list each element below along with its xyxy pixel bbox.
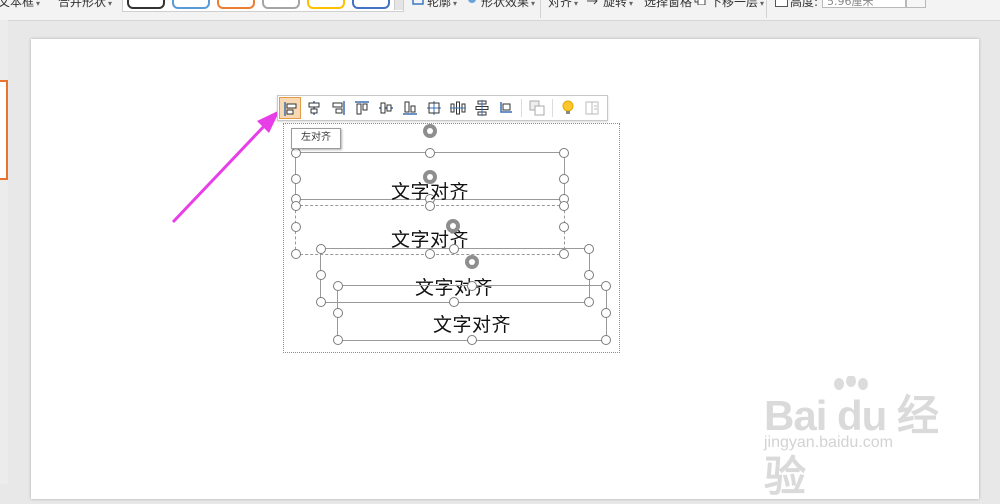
resize-handle[interactable] <box>601 308 611 318</box>
rotate-handle[interactable] <box>465 255 479 269</box>
align-center-icon <box>308 101 320 115</box>
group-button[interactable] <box>526 97 548 119</box>
toolbar-separator <box>552 99 553 117</box>
resize-handle[interactable] <box>333 335 343 345</box>
resize-handle[interactable] <box>601 335 611 345</box>
align-middle-button[interactable] <box>375 97 397 119</box>
tips-button[interactable] <box>557 97 579 119</box>
resize-handle[interactable] <box>425 148 435 158</box>
align-right-icon <box>332 101 345 115</box>
shape-text: 文字对齐 <box>433 314 512 336</box>
rotate-handle[interactable] <box>423 124 437 138</box>
resize-handle[interactable] <box>559 222 569 232</box>
resize-handle[interactable] <box>291 249 301 259</box>
align-right-button[interactable] <box>327 97 349 119</box>
rotate-handle[interactable] <box>446 219 460 233</box>
panel-icon <box>585 101 599 115</box>
resize-handle[interactable] <box>584 270 594 280</box>
distribute-v-centers-button[interactable] <box>495 97 517 119</box>
rotate-handle[interactable] <box>423 170 437 184</box>
resize-handle[interactable] <box>559 201 569 211</box>
distribute-horizontal-icon <box>427 101 441 115</box>
baidu-jingyan-watermark: Bai du 经验 jingyan.baidu.com <box>748 374 978 500</box>
resize-handle[interactable] <box>291 148 301 158</box>
toolbar-separator <box>521 99 522 117</box>
resize-handle[interactable] <box>333 308 343 318</box>
resize-handle[interactable] <box>559 174 569 184</box>
resize-handle[interactable] <box>467 281 477 291</box>
align-top-icon <box>355 101 369 115</box>
lightbulb-icon <box>562 100 574 114</box>
distribute-h-centers-icon <box>450 101 466 115</box>
resize-handle[interactable] <box>316 297 326 307</box>
distribute-vertical-icon <box>475 100 489 116</box>
align-left-icon <box>284 102 297 116</box>
resize-handle[interactable] <box>584 244 594 254</box>
watermark-url: jingyan.baidu.com <box>764 434 893 451</box>
more-options-button[interactable] <box>581 97 603 119</box>
resize-handle[interactable] <box>559 148 569 158</box>
resize-handle[interactable] <box>291 201 301 211</box>
resize-handle[interactable] <box>316 270 326 280</box>
align-floating-toolbar <box>277 95 608 121</box>
align-top-button[interactable] <box>351 97 373 119</box>
resize-handle[interactable] <box>601 281 611 291</box>
resize-handle[interactable] <box>333 281 343 291</box>
group-icon <box>529 100 545 116</box>
distribute-horizontal-button[interactable] <box>423 97 445 119</box>
distribute-v-centers-icon <box>500 102 512 113</box>
resize-handle[interactable] <box>291 222 301 232</box>
align-middle-icon <box>379 102 393 114</box>
distribute-vertical-button[interactable] <box>471 97 493 119</box>
resize-handle[interactable] <box>449 244 459 254</box>
distribute-h-centers-button[interactable] <box>447 97 469 119</box>
resize-handle[interactable] <box>291 174 301 184</box>
align-center-button[interactable] <box>303 97 325 119</box>
align-left-button[interactable] <box>279 97 301 119</box>
align-left-tooltip: 左对齐 <box>291 128 341 149</box>
resize-handle[interactable] <box>425 201 435 211</box>
align-bottom-icon <box>403 101 417 115</box>
align-bottom-button[interactable] <box>399 97 421 119</box>
resize-handle[interactable] <box>316 244 326 254</box>
